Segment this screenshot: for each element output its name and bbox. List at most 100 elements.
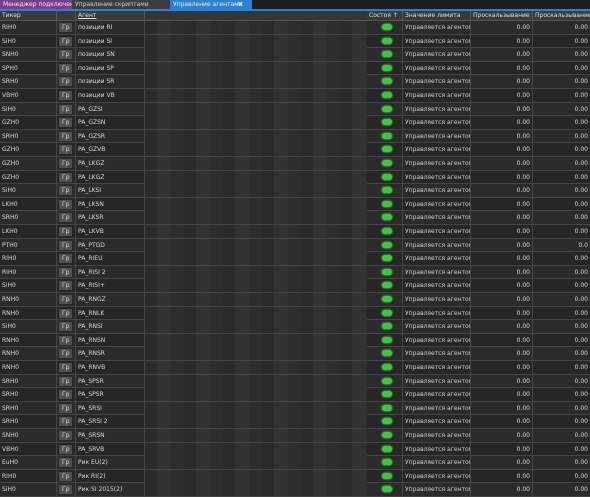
group-button[interactable]: Гр <box>59 213 73 223</box>
group-cell[interactable]: Гр <box>57 320 76 334</box>
status-led-icon[interactable] <box>382 418 392 425</box>
group-cell[interactable]: Гр <box>57 129 76 143</box>
group-button[interactable]: Гр <box>59 186 73 196</box>
state-cell[interactable] <box>367 469 403 483</box>
tab-script-management[interactable]: Управление скриптами <box>72 0 174 9</box>
state-cell[interactable] <box>367 483 403 497</box>
state-cell[interactable] <box>367 21 403 34</box>
table-row[interactable]: RNH0 Гр PA_RNSN Управляется агентом 0.00 0.00 <box>0 333 590 348</box>
state-cell[interactable] <box>367 265 403 279</box>
state-cell[interactable] <box>367 75 403 89</box>
state-cell[interactable] <box>367 238 403 252</box>
group-button[interactable]: Гр <box>59 91 73 100</box>
group-cell[interactable]: Гр <box>57 197 76 211</box>
group-cell[interactable]: Гр <box>57 347 76 361</box>
state-cell[interactable] <box>367 279 403 293</box>
table-row[interactable]: SRH0 Гр позиции SR Управляется агентом 0.00 0… <box>0 75 590 89</box>
state-cell[interactable] <box>367 129 403 143</box>
status-led-icon[interactable] <box>382 296 392 302</box>
state-cell[interactable] <box>367 143 403 157</box>
state-cell[interactable] <box>367 157 403 170</box>
group-button[interactable]: Гр <box>59 240 73 250</box>
group-cell[interactable]: Гр <box>57 442 76 456</box>
group-button[interactable]: Гр <box>59 254 73 264</box>
status-led-icon[interactable] <box>382 268 392 275</box>
state-cell[interactable] <box>367 89 403 102</box>
group-button[interactable]: Гр <box>59 77 73 87</box>
status-led-icon[interactable] <box>382 432 392 438</box>
group-cell[interactable]: Гр <box>57 306 76 320</box>
table-row[interactable]: RIH0 Гр Рик RI(2) Управляется агентом 0.00 0.… <box>0 469 590 484</box>
table-row[interactable]: SRH0 Гр PA_SPSR Управляется агентом 0.00 0.00 <box>0 374 590 389</box>
group-button[interactable]: Гр <box>59 23 73 32</box>
column-header-ticker[interactable]: Тикер <box>0 11 57 20</box>
table-row[interactable]: SRH0 Гр PA_SRSI 2 Управляется агентом 0.00 0.… <box>0 415 590 429</box>
group-button[interactable]: Гр <box>59 417 73 427</box>
group-button[interactable]: Гр <box>59 199 73 209</box>
table-row[interactable]: GZH0 Гр PA_GZVB Управляется агентом 0.00 0.00 <box>0 143 590 157</box>
group-cell[interactable]: Гр <box>57 75 76 89</box>
state-cell[interactable] <box>367 170 403 184</box>
state-cell[interactable] <box>367 116 403 130</box>
group-button[interactable]: Гр <box>59 335 73 345</box>
state-cell[interactable] <box>367 347 403 361</box>
group-button[interactable]: Гр <box>59 159 73 168</box>
group-button[interactable]: Гр <box>59 63 73 73</box>
group-button[interactable]: Гр <box>59 376 73 386</box>
group-cell[interactable]: Гр <box>57 116 76 130</box>
column-header-agent[interactable]: Агент <box>76 11 145 20</box>
group-button[interactable]: Гр <box>59 390 73 400</box>
status-led-icon[interactable] <box>382 146 392 153</box>
table-row[interactable]: RIH0 Гр позиции RI Управляется агентом 0.00 0… <box>0 21 590 35</box>
state-cell[interactable] <box>367 320 403 334</box>
state-cell[interactable] <box>367 401 403 415</box>
table-row[interactable]: SiH0 Гр PA_LKSI Управляется агентом 0.00 0.00 <box>0 184 590 198</box>
status-led-icon[interactable] <box>382 105 392 112</box>
group-cell[interactable]: Гр <box>57 102 76 116</box>
table-row[interactable]: SRH0 Гр PA_LKSR Управляется агентом 0.00 0.00 <box>0 211 590 225</box>
group-button[interactable]: Гр <box>59 36 73 46</box>
close-icon[interactable]: × <box>237 0 243 9</box>
group-button[interactable]: Гр <box>59 363 73 372</box>
group-cell[interactable]: Гр <box>57 401 76 415</box>
group-cell[interactable]: Гр <box>57 21 76 34</box>
state-cell[interactable] <box>367 61 403 75</box>
status-led-icon[interactable] <box>382 119 392 126</box>
table-row[interactable]: SiH0 Гр позиции SI Управляется агентом 0.00 0… <box>0 34 590 49</box>
status-led-icon[interactable] <box>382 323 392 330</box>
table-row[interactable]: GZH0 Гр PA_LKGZ Управляется агентом 0.00 0.00 <box>0 157 590 171</box>
status-led-icon[interactable] <box>382 486 392 493</box>
group-cell[interactable]: Гр <box>57 34 76 48</box>
state-cell[interactable] <box>367 197 403 211</box>
state-cell[interactable] <box>367 211 403 225</box>
table-row[interactable]: RNH0 Гр PA_RNSR Управляется агентом 0.00 0.00 <box>0 347 590 361</box>
group-cell[interactable]: Гр <box>57 211 76 225</box>
state-cell[interactable] <box>367 184 403 198</box>
status-led-icon[interactable] <box>382 92 392 98</box>
state-cell[interactable] <box>367 293 403 306</box>
group-cell[interactable]: Гр <box>57 388 76 402</box>
table-row[interactable]: RIH0 Гр PA_RISI 2 Управляется агентом 0.00 0.… <box>0 265 590 280</box>
group-button[interactable]: Гр <box>59 471 73 481</box>
group-button[interactable]: Гр <box>59 349 73 359</box>
status-led-icon[interactable] <box>382 377 392 384</box>
table-row[interactable]: SiH0 Гр Рик SI 2015(2) Управляется агентом 0… <box>0 483 590 497</box>
group-button[interactable]: Гр <box>59 104 73 114</box>
group-button[interactable]: Гр <box>59 145 73 155</box>
column-header-limit[interactable]: Значение лимита <box>403 11 471 20</box>
table-row[interactable]: VBH0 Гр PA_SRVB Управляется агентом 0.00 0.00 <box>0 442 590 457</box>
state-cell[interactable] <box>367 333 403 347</box>
group-button[interactable]: Гр <box>59 322 73 332</box>
group-cell[interactable]: Гр <box>57 143 76 157</box>
group-cell[interactable]: Гр <box>57 456 76 470</box>
group-button[interactable]: Гр <box>59 172 73 182</box>
table-row[interactable]: SNH0 Гр позиции SN Управляется агентом 0.00 0… <box>0 48 590 62</box>
column-header-slippage[interactable]: Проскальзывание <box>533 11 590 20</box>
status-led-icon[interactable] <box>382 132 392 139</box>
table-row[interactable]: EuH0 Гр Рик EU(2) Управляется агентом 0.00 0.… <box>0 456 590 470</box>
group-cell[interactable]: Гр <box>57 225 76 238</box>
state-cell[interactable] <box>367 388 403 402</box>
state-cell[interactable] <box>367 306 403 320</box>
state-cell[interactable] <box>367 429 403 442</box>
status-led-icon[interactable] <box>382 214 392 221</box>
